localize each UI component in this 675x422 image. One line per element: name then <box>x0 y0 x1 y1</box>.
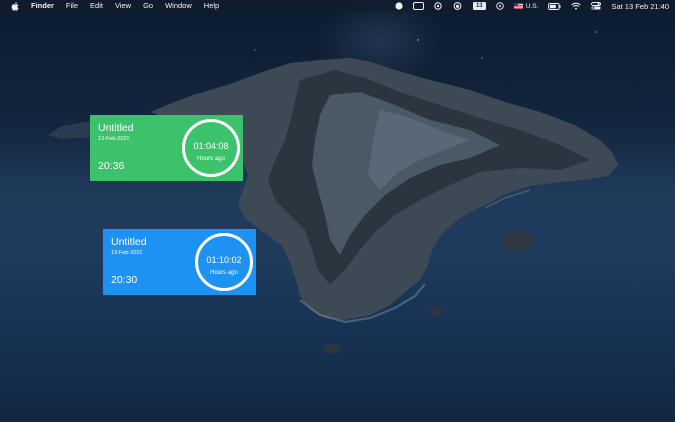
widget-date: 13-Feb-2021 <box>111 250 143 256</box>
elapsed-value: 01:10:02 <box>206 255 242 265</box>
menu-file[interactable]: File <box>66 0 78 12</box>
elapsed-ring: 01:10:02 Hours ago <box>195 233 253 291</box>
input-source-menu[interactable]: U.S. <box>513 0 539 12</box>
play-circle-icon[interactable] <box>496 0 504 12</box>
apple-icon[interactable] <box>11 1 19 11</box>
widget-title: Untitled <box>111 236 147 248</box>
timer-widget-blue[interactable]: Untitled 13-Feb-2021 20:30 01:10:02 Hour… <box>103 229 256 295</box>
widget-time: 20:36 <box>98 160 125 172</box>
window-icon[interactable] <box>412 0 424 12</box>
island-wallpaper <box>48 31 618 354</box>
elapsed-label: Hours ago <box>210 270 238 276</box>
calendar-badge[interactable]: 13 <box>472 0 486 12</box>
gear-icon[interactable] <box>434 0 442 12</box>
widget-time: 20:30 <box>111 274 138 286</box>
record-dot-icon[interactable] <box>395 0 403 12</box>
us-flag-icon <box>513 3 523 9</box>
menu-help[interactable]: Help <box>204 0 219 12</box>
menu-bar-left: Finder File Edit View Go Window Help <box>0 0 231 12</box>
elapsed-ring: 01:04:08 Hours ago <box>182 119 240 177</box>
menu-bar-clock[interactable]: Sat 13 Feb 21:40 <box>611 2 669 11</box>
battery-icon[interactable] <box>548 0 562 12</box>
menu-go[interactable]: Go <box>143 0 153 12</box>
menu-window[interactable]: Window <box>165 0 192 12</box>
widget-date: 13-Feb-2021 <box>98 136 130 142</box>
cloud-icon[interactable] <box>452 0 463 12</box>
menu-bar-status-area: 13 U.S. Sat 13 Feb 21:40 <box>385 0 669 12</box>
elapsed-value: 01:04:08 <box>193 141 229 151</box>
desktop-wallpaper <box>0 0 675 422</box>
menu-edit[interactable]: Edit <box>90 0 103 12</box>
menu-finder[interactable]: Finder <box>31 0 54 12</box>
wifi-icon[interactable] <box>571 0 582 12</box>
timer-widget-green[interactable]: Untitled 13-Feb-2021 20:36 01:04:08 Hour… <box>90 115 243 181</box>
widget-title: Untitled <box>98 122 134 134</box>
input-source-label: U.S. <box>525 2 539 10</box>
menu-view[interactable]: View <box>115 0 131 12</box>
elapsed-label: Hours ago <box>197 156 225 162</box>
calendar-day: 13 <box>472 2 486 10</box>
menu-bar: Finder File Edit View Go Window Help 13 <box>0 0 675 12</box>
control-center-icon[interactable] <box>591 0 602 12</box>
